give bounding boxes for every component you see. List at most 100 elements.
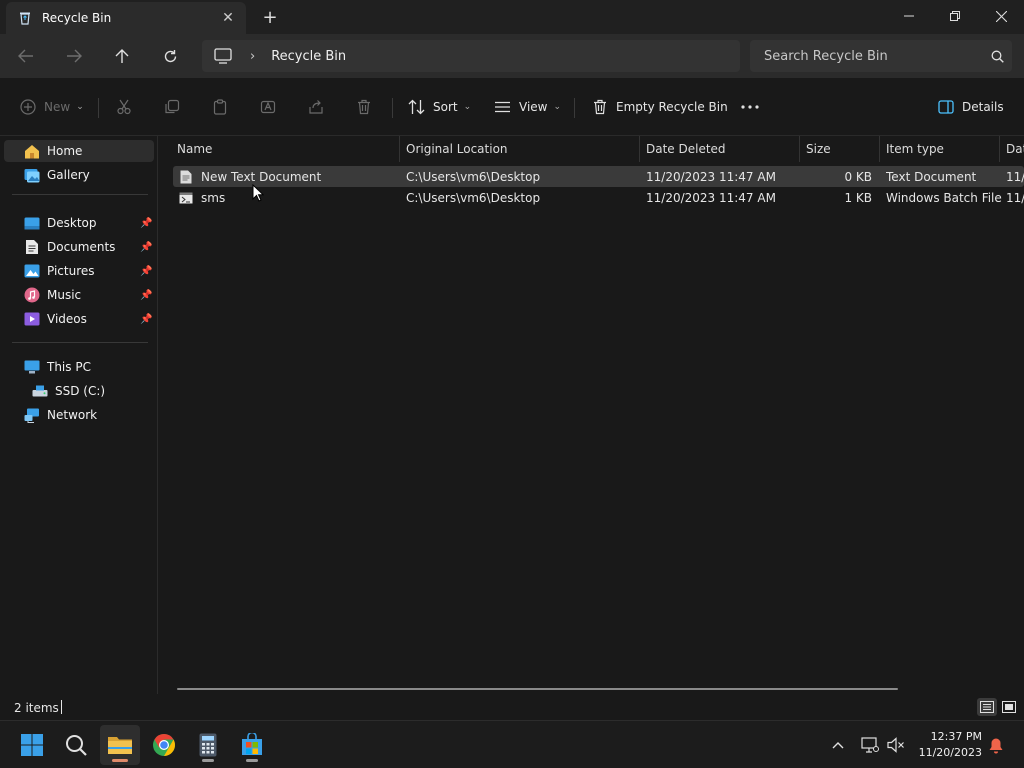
calculator-taskbar-button[interactable]	[188, 725, 228, 765]
sidebar-item-music[interactable]: Music 📌	[4, 284, 154, 306]
chevron-right-icon[interactable]: ›	[250, 49, 255, 64]
chevron-down-icon: ⌄	[553, 102, 562, 112]
pin-icon[interactable]: 📌	[140, 314, 154, 325]
sidebar-item-ssd-c[interactable]: SSD (C:)	[4, 380, 154, 402]
tab-recycle-bin[interactable]: Recycle Bin ✕	[6, 2, 246, 34]
breadcrumb-recycle-bin[interactable]: Recycle Bin	[271, 49, 346, 64]
column-header-date-deleted[interactable]: Date Deleted	[640, 136, 800, 162]
column-header-size[interactable]: Size	[800, 136, 880, 162]
up-button[interactable]	[106, 42, 138, 70]
network-icon	[24, 407, 40, 423]
original-location-cell: C:\Users\vm6\Desktop	[406, 190, 541, 205]
truncated-date-cell: 11/	[1006, 190, 1024, 205]
file-name-cell[interactable]: New Text Document	[179, 166, 399, 187]
sidebar-item-videos[interactable]: Videos 📌	[4, 308, 154, 330]
gallery-icon	[24, 167, 40, 183]
microsoft-store-icon	[242, 733, 262, 755]
paste-button[interactable]	[212, 92, 236, 122]
table-row[interactable]: New Text Document C:\Users\vm6\Desktop 1…	[173, 166, 1024, 187]
pin-icon[interactable]: 📌	[140, 242, 154, 253]
cut-button[interactable]	[116, 92, 140, 122]
refresh-button[interactable]	[154, 42, 186, 70]
tiles-view-icon	[1002, 701, 1016, 713]
restore-button[interactable]	[932, 0, 978, 32]
computer-icon	[214, 48, 232, 64]
address-bar[interactable]: › Recycle Bin	[202, 40, 740, 72]
sidebar-item-pictures[interactable]: Pictures 📌	[4, 260, 154, 282]
new-label: New	[44, 100, 71, 114]
active-app-indicator	[112, 759, 128, 762]
sidebar-item-desktop[interactable]: Desktop 📌	[4, 212, 154, 234]
delete-button[interactable]	[356, 92, 380, 122]
start-button[interactable]	[12, 725, 52, 765]
view-label: View	[519, 100, 548, 114]
toolbar-divider	[392, 98, 393, 118]
minimize-button[interactable]	[886, 0, 932, 32]
documents-folder-icon	[24, 239, 40, 255]
status-divider	[61, 700, 62, 714]
sidebar-item-documents[interactable]: Documents 📌	[4, 236, 154, 258]
chrome-taskbar-button[interactable]	[144, 725, 184, 765]
notifications-button[interactable]	[986, 733, 1006, 757]
file-name-cell[interactable]: sms	[179, 187, 399, 208]
rename-button[interactable]	[260, 92, 284, 122]
show-hidden-icons-button[interactable]	[826, 733, 850, 757]
refresh-icon	[164, 49, 176, 62]
new-tab-button[interactable]: +	[256, 4, 284, 30]
file-explorer-taskbar-button[interactable]	[100, 725, 140, 765]
sidebar-item-this-pc[interactable]: This PC	[4, 356, 154, 378]
details-view-button[interactable]	[977, 698, 997, 716]
sidebar-divider	[12, 194, 148, 195]
column-header-original-location[interactable]: Original Location	[400, 136, 640, 162]
close-tab-button[interactable]: ✕	[214, 4, 242, 32]
back-button[interactable]	[10, 42, 42, 70]
sidebar-item-gallery[interactable]: Gallery	[4, 164, 154, 186]
clock-time: 12:37 PM	[930, 730, 982, 743]
details-label: Details	[962, 100, 1004, 114]
column-header-item-type[interactable]: Item type	[880, 136, 1000, 162]
share-button[interactable]	[308, 92, 332, 122]
column-header-date-truncated[interactable]: Dat	[1000, 136, 1024, 162]
clock-date: 11/20/2023	[918, 746, 982, 759]
pin-icon[interactable]: 📌	[140, 266, 154, 277]
sort-label: Sort	[433, 100, 458, 114]
column-header-name[interactable]: Name ⌃	[171, 136, 400, 162]
minimize-icon	[904, 15, 914, 17]
search-box[interactable]: Search Recycle Bin	[750, 40, 1012, 72]
pin-icon[interactable]: 📌	[140, 218, 154, 229]
pin-icon[interactable]: 📌	[140, 290, 154, 301]
network-tray-button[interactable]	[858, 733, 882, 757]
details-pane-button[interactable]: Details	[938, 92, 1004, 122]
table-row[interactable]: sms C:\Users\vm6\Desktop 11/20/2023 11:4…	[173, 187, 1024, 208]
tiles-view-button[interactable]	[999, 698, 1019, 716]
volume-tray-button[interactable]	[884, 733, 908, 757]
sort-button[interactable]: Sort ⌄	[408, 92, 471, 122]
paste-icon	[212, 99, 228, 115]
file-explorer-icon	[108, 737, 132, 754]
details-view-icon	[980, 701, 994, 713]
sidebar-item-network[interactable]: Network	[4, 404, 154, 426]
close-window-button[interactable]	[978, 0, 1024, 32]
new-button[interactable]: New ⌄	[20, 92, 84, 122]
chrome-icon	[153, 734, 175, 756]
search-input[interactable]: Search Recycle Bin	[764, 49, 982, 64]
details-pane-icon	[938, 100, 954, 114]
title-bar: Recycle Bin ✕ +	[0, 0, 1024, 34]
search-icon[interactable]	[982, 50, 1012, 63]
empty-recycle-bin-button[interactable]: Empty Recycle Bin	[592, 92, 728, 122]
copy-button[interactable]	[164, 92, 188, 122]
store-taskbar-button[interactable]	[232, 725, 272, 765]
window-controls	[886, 0, 1024, 32]
more-options-button[interactable]	[740, 92, 768, 122]
system-clock[interactable]: 12:37 PM 11/20/2023	[919, 729, 982, 761]
volume-muted-icon	[887, 737, 904, 753]
empty-bin-icon	[592, 99, 608, 115]
search-icon	[66, 735, 87, 756]
toolbar-divider	[574, 98, 575, 118]
sidebar-item-home[interactable]: Home	[4, 140, 154, 162]
horizontal-scrollbar[interactable]	[177, 688, 898, 690]
desktop-folder-icon	[24, 215, 40, 231]
view-button[interactable]: View ⌄	[494, 92, 561, 122]
forward-button[interactable]	[58, 42, 90, 70]
search-taskbar-button[interactable]	[56, 725, 96, 765]
